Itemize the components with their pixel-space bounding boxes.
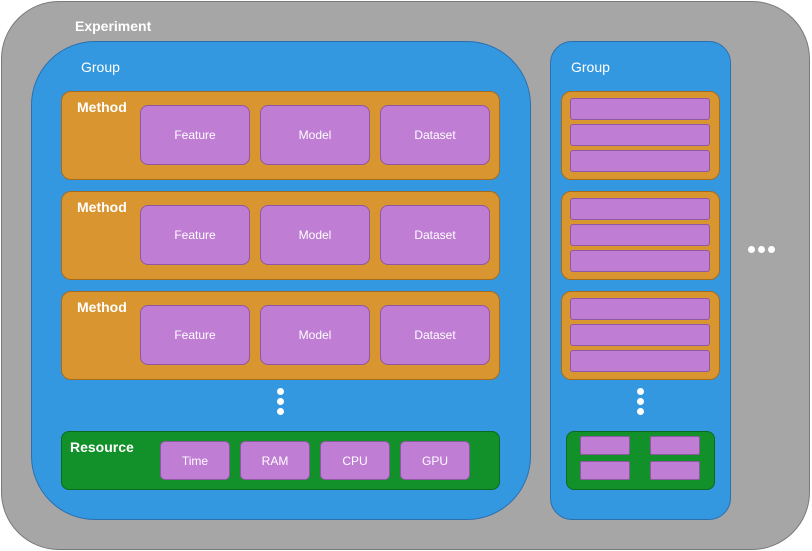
continuation-dot — [637, 398, 644, 405]
dataset-box-3: Dataset — [380, 305, 490, 365]
side-component-bar — [570, 124, 710, 146]
side-component-bar — [570, 198, 710, 220]
dataset-box-2: Dataset — [380, 205, 490, 265]
method-label-3: Method — [77, 299, 127, 315]
continuation-dot — [637, 408, 644, 415]
continuation-dot — [277, 388, 284, 395]
more-groups-dot — [748, 246, 755, 253]
continuation-dot — [277, 398, 284, 405]
method-label-2: Method — [77, 199, 127, 215]
more-groups-dot — [768, 246, 775, 253]
dataset-box-1: Dataset — [380, 105, 490, 165]
continuation-dot — [637, 388, 644, 395]
time-box: Time — [160, 441, 230, 480]
side-component-bar — [570, 298, 710, 320]
feature-box-3: Feature — [140, 305, 250, 365]
feature-box-1: Feature — [140, 105, 250, 165]
side-component-bar — [570, 224, 710, 246]
side-component-bar — [570, 350, 710, 372]
feature-box-2: Feature — [140, 205, 250, 265]
resource-label: Resource — [70, 439, 134, 455]
model-box-1: Model — [260, 105, 370, 165]
side-component-bar — [570, 150, 710, 172]
group-side-label: Group — [571, 59, 610, 75]
experiment-label: Experiment — [75, 18, 152, 34]
side-component-bar — [570, 324, 710, 346]
side-resource-item — [650, 461, 700, 480]
side-resource-item — [580, 436, 630, 455]
side-resource-item — [650, 436, 700, 455]
side-component-bar — [570, 98, 710, 120]
group-main-label: Group — [81, 59, 120, 75]
continuation-dot — [277, 408, 284, 415]
model-box-3: Model — [260, 305, 370, 365]
model-box-2: Model — [260, 205, 370, 265]
gpu-box: GPU — [400, 441, 470, 480]
more-groups-dot — [758, 246, 765, 253]
method-label-1: Method — [77, 99, 127, 115]
side-component-bar — [570, 250, 710, 272]
ram-box: RAM — [240, 441, 310, 480]
side-resource-item — [580, 461, 630, 480]
cpu-box: CPU — [320, 441, 390, 480]
